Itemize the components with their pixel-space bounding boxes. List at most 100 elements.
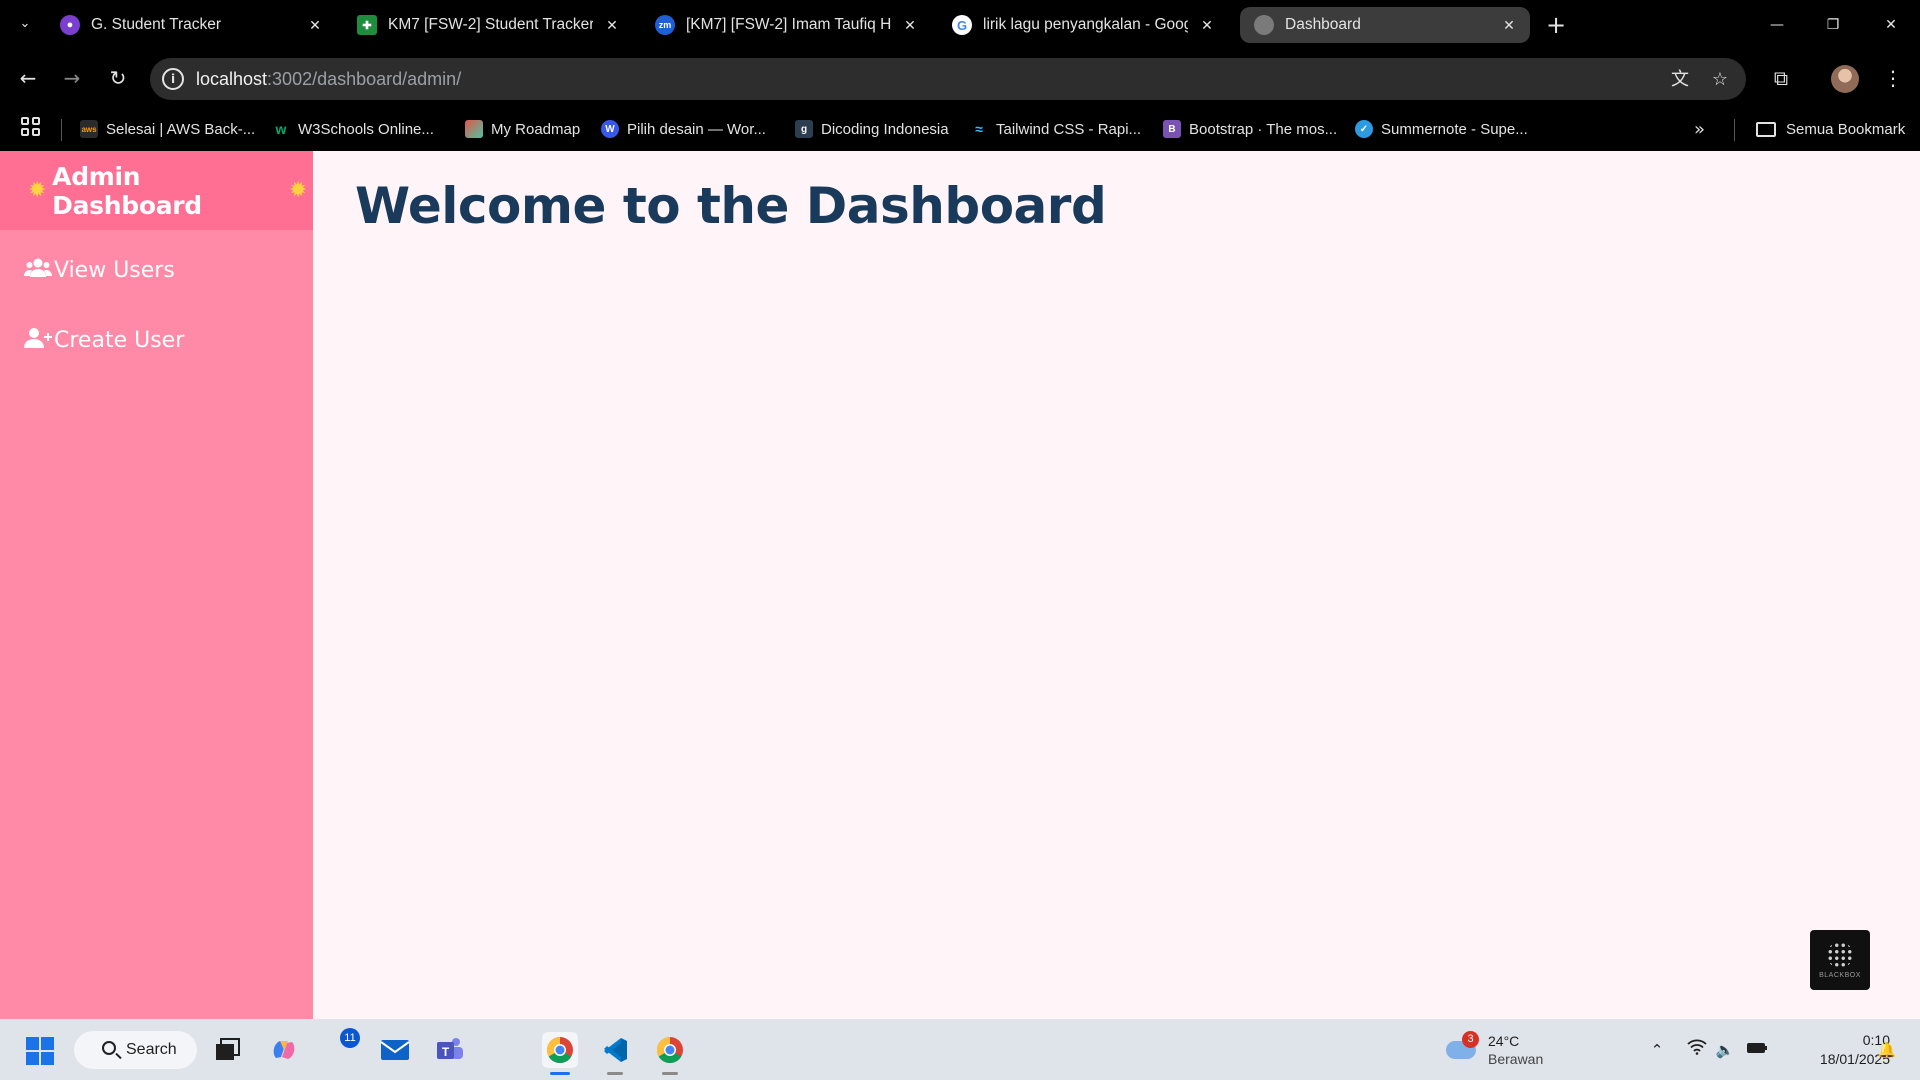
tab-student-tracker[interactable]: ● G. Student Tracker ✕ xyxy=(46,7,336,43)
task-view-icon[interactable] xyxy=(210,1032,246,1068)
bookmarks-divider xyxy=(1734,119,1735,141)
battery-icon[interactable] xyxy=(1746,1039,1768,1061)
minimize-button[interactable]: — xyxy=(1757,10,1797,40)
users-icon xyxy=(24,257,54,284)
vscode-icon[interactable] xyxy=(597,1032,633,1075)
bookmark-bootstrap[interactable]: B Bootstrap · The mos... xyxy=(1163,117,1337,141)
weather-condition: Berawan xyxy=(1488,1051,1544,1067)
bookmark-wordpress[interactable]: W Pilih desain — Wor... xyxy=(601,117,766,141)
system-clock[interactable]: 0:10 18/01/2025 xyxy=(1770,1031,1890,1069)
url-text[interactable]: localhost:3002/dashboard/admin/ xyxy=(196,69,461,90)
close-icon[interactable]: ✕ xyxy=(899,14,921,36)
windows-start-icon[interactable] xyxy=(26,1037,54,1065)
reload-button[interactable]: ↻ xyxy=(103,63,133,93)
globe-icon xyxy=(1254,15,1274,35)
new-tab-button[interactable]: + xyxy=(1543,13,1569,39)
copilot-icon[interactable] xyxy=(266,1032,302,1068)
sidebar-title: Admin Dashboard xyxy=(52,161,202,220)
cloud-icon: 3 xyxy=(1446,1031,1479,1059)
sidebar-item-view-users[interactable]: View Users xyxy=(24,252,175,288)
sun-icon: ✹ xyxy=(28,178,47,203)
address-bar[interactable]: i localhost:3002/dashboard/admin/ 文 ☆ xyxy=(150,58,1746,100)
page-viewport: ✹ Admin Dashboard ✹ View Users Create Us… xyxy=(0,151,1920,1019)
clock-date: 18/01/2025 xyxy=(1819,1051,1890,1067)
running-app-indicator xyxy=(662,1072,678,1075)
bookmark-dicoding[interactable]: g Dicoding Indonesia xyxy=(795,117,949,141)
notification-bell-icon[interactable]: 🔔 xyxy=(1876,1039,1898,1061)
bookmark-label: W3Schools Online... xyxy=(298,120,434,138)
all-bookmarks-button[interactable]: Semua Bookmark xyxy=(1756,117,1905,141)
bookmark-star-icon[interactable]: ☆ xyxy=(1708,68,1732,92)
close-icon[interactable]: ✕ xyxy=(304,14,326,36)
chrome-taskbar-icon[interactable] xyxy=(542,1032,578,1075)
bookmark-aws[interactable]: aws Selesai | AWS Back-... xyxy=(80,117,255,141)
tab-google-search[interactable]: G lirik lagu penyangkalan - Googl ✕ xyxy=(938,7,1228,43)
tab-search-dropdown-icon[interactable]: ⌄ xyxy=(14,13,36,35)
tab-title: Dashboard xyxy=(1285,16,1361,33)
zoom-icon: zm xyxy=(655,15,675,35)
profile-avatar[interactable] xyxy=(1831,65,1859,93)
extensions-icon[interactable]: ⧉ xyxy=(1766,63,1796,93)
speaker-icon[interactable]: 🔈 xyxy=(1714,1039,1736,1061)
bookmarks-divider xyxy=(61,119,62,141)
svg-text:T: T xyxy=(442,1045,450,1059)
weather-widget[interactable]: 3 24°C Berawan xyxy=(1446,1030,1543,1070)
page-title: Welcome to the Dashboard xyxy=(355,177,1107,235)
browser-toolbar: ← → ↻ i localhost:3002/dashboard/admin/ … xyxy=(0,50,1920,107)
bookmark-w3schools[interactable]: w W3Schools Online... xyxy=(272,117,434,141)
back-button[interactable]: ← xyxy=(13,63,43,93)
browser-menu-icon[interactable]: ⋮ xyxy=(1878,63,1908,93)
weather-temperature: 24°C xyxy=(1488,1033,1520,1049)
bookmarks-bar: aws Selesai | AWS Back-... w W3Schools O… xyxy=(0,107,1920,151)
mail-icon[interactable] xyxy=(377,1032,413,1068)
chevron-up-icon[interactable]: ⌃ xyxy=(1646,1039,1668,1061)
search-label: Search xyxy=(126,1041,177,1058)
taskbar-search-box[interactable]: Search xyxy=(74,1031,197,1069)
sidebar: ✹ Admin Dashboard ✹ View Users Create Us… xyxy=(0,151,313,1019)
active-app-indicator xyxy=(550,1072,570,1075)
blackbox-extension-button[interactable]: BLACKBOX xyxy=(1810,930,1870,990)
running-app-indicator xyxy=(607,1072,623,1075)
mail-notification-badge: 11 xyxy=(340,1028,360,1048)
tab-title: [KM7] [FSW-2] Imam Taufiq Her xyxy=(686,16,891,33)
sidebar-item-label: Create User xyxy=(54,327,185,353)
bookmark-label: My Roadmap xyxy=(491,120,581,138)
bookmarks-overflow-icon[interactable]: » xyxy=(1694,119,1705,140)
tab-dashboard[interactable]: Dashboard ✕ xyxy=(1240,7,1530,43)
tab-student-tracker-sheet[interactable]: ✚ KM7 [FSW-2] Student Tracker - ✕ xyxy=(343,7,633,43)
aws-icon: aws xyxy=(80,120,98,138)
close-icon[interactable]: ✕ xyxy=(1498,14,1520,36)
summernote-icon: ✓ xyxy=(1355,120,1373,138)
tab-title: lirik lagu penyangkalan - Googl xyxy=(983,16,1188,33)
wifi-icon[interactable] xyxy=(1686,1039,1708,1061)
bookmark-label: Dicoding Indonesia xyxy=(821,120,949,138)
browser-titlebar: ⌄ ● G. Student Tracker ✕ ✚ KM7 [FSW-2] S… xyxy=(0,0,1920,50)
dicoding-icon: g xyxy=(795,120,813,138)
chrome-profile-icon[interactable] xyxy=(652,1032,688,1075)
clock-time: 0:10 xyxy=(1862,1032,1890,1048)
bookmark-tailwind[interactable]: ≈ Tailwind CSS - Rapi... xyxy=(970,117,1141,141)
search-icon xyxy=(102,1041,116,1055)
restore-button[interactable]: ❐ xyxy=(1813,10,1853,40)
sidebar-item-create-user[interactable]: Create User xyxy=(24,322,184,358)
apps-grid-icon[interactable] xyxy=(21,117,43,139)
user-plus-icon xyxy=(24,327,54,354)
sun-icon: ✹ xyxy=(288,178,307,203)
translate-icon[interactable]: 文 xyxy=(1668,68,1692,92)
close-window-button[interactable]: ✕ xyxy=(1871,10,1911,40)
teams-icon[interactable]: T xyxy=(432,1032,468,1068)
w3schools-icon: w xyxy=(275,121,287,137)
bookmark-summernote[interactable]: ✓ Summernote - Supe... xyxy=(1355,117,1528,141)
url-host: localhost xyxy=(196,69,268,89)
sidebar-item-label: View Users xyxy=(54,257,175,283)
tab-zoom-meeting[interactable]: zm [KM7] [FSW-2] Imam Taufiq Her ✕ xyxy=(641,7,931,43)
sheets-icon: ✚ xyxy=(357,15,377,35)
forward-button[interactable]: → xyxy=(57,63,87,93)
bookmark-label: Tailwind CSS - Rapi... xyxy=(996,120,1142,138)
site-info-icon[interactable]: i xyxy=(162,68,184,90)
close-icon[interactable]: ✕ xyxy=(601,14,623,36)
folder-icon xyxy=(1756,121,1776,137)
bookmark-my-roadmap[interactable]: My Roadmap xyxy=(465,117,580,141)
close-icon[interactable]: ✕ xyxy=(1196,14,1218,36)
weather-alert-badge: 3 xyxy=(1462,1031,1479,1048)
